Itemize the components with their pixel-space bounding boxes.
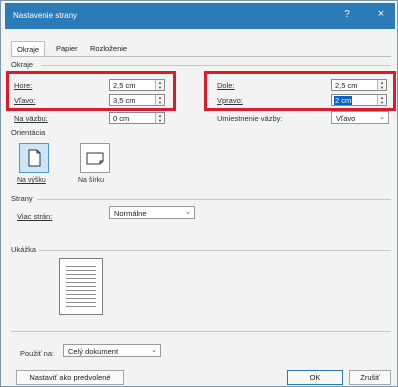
- highlight-left-margins: [6, 71, 176, 111]
- pages-divider: [37, 199, 391, 200]
- tab-paper[interactable]: Papier: [51, 41, 83, 57]
- help-icon[interactable]: ?: [341, 9, 353, 20]
- window-title: Nastavenie strany: [13, 11, 78, 20]
- portrait-button[interactable]: [19, 143, 49, 173]
- title-bar: Nastavenie strany ? ×: [5, 3, 395, 29]
- tab-margins[interactable]: Okraje: [11, 41, 46, 57]
- preview-divider: [39, 250, 391, 251]
- gutter-spinner[interactable]: 0 cm ▲ ▼: [109, 112, 165, 124]
- margins-section-label: Okraje: [11, 60, 34, 69]
- tab-layout[interactable]: Rozloženie: [85, 41, 132, 57]
- gutter-position-label: Umiestnenie väzby:: [217, 114, 283, 123]
- apply-to-value: Celý dokument: [68, 347, 119, 356]
- apply-to-select[interactable]: Celý dokument ⌄: [63, 344, 161, 357]
- multiple-pages-value: Normálne: [114, 209, 147, 218]
- chevron-down-icon: ⌄: [185, 209, 191, 216]
- highlight-right-margins: [204, 71, 396, 111]
- preview-bottom-divider: [11, 331, 391, 332]
- ok-button[interactable]: OK: [287, 370, 343, 385]
- set-default-button[interactable]: Nastaviť ako predvolené: [16, 370, 124, 385]
- gutter-label: Na väzbu:: [14, 114, 48, 123]
- landscape-page-icon: [86, 152, 104, 165]
- gutter-stepper[interactable]: ▲ ▼: [155, 113, 164, 123]
- gutter-position-value: Vľavo: [336, 114, 356, 123]
- apply-to-label: Použiť na:: [20, 349, 55, 358]
- page-preview: [59, 258, 103, 315]
- orientation-section-label: Orientácia: [11, 128, 46, 137]
- portrait-label: Na výšku: [17, 177, 46, 184]
- chevron-down-icon: ⌄: [151, 347, 157, 354]
- gutter-value: 0 cm: [113, 114, 130, 123]
- tab-divider: [11, 56, 391, 57]
- page-setup-dialog: Nastavenie strany ? × Okraje Papier Rozl…: [0, 0, 398, 387]
- preview-section-label: Ukážka: [11, 245, 37, 254]
- margins-divider: [41, 65, 391, 66]
- gutter-position-select[interactable]: Vľavo ⌄: [331, 111, 389, 124]
- cancel-button[interactable]: Zrušiť: [349, 370, 391, 385]
- chevron-down-icon: ⌄: [379, 114, 385, 121]
- multiple-pages-label: Viac strán:: [17, 212, 53, 221]
- close-icon[interactable]: ×: [374, 8, 388, 20]
- pages-section-label: Strany: [11, 194, 33, 203]
- landscape-label: Na šírku: [78, 177, 105, 184]
- portrait-page-icon: [28, 149, 41, 167]
- landscape-button[interactable]: [80, 143, 110, 173]
- multiple-pages-select[interactable]: Normálne ⌄: [109, 206, 195, 219]
